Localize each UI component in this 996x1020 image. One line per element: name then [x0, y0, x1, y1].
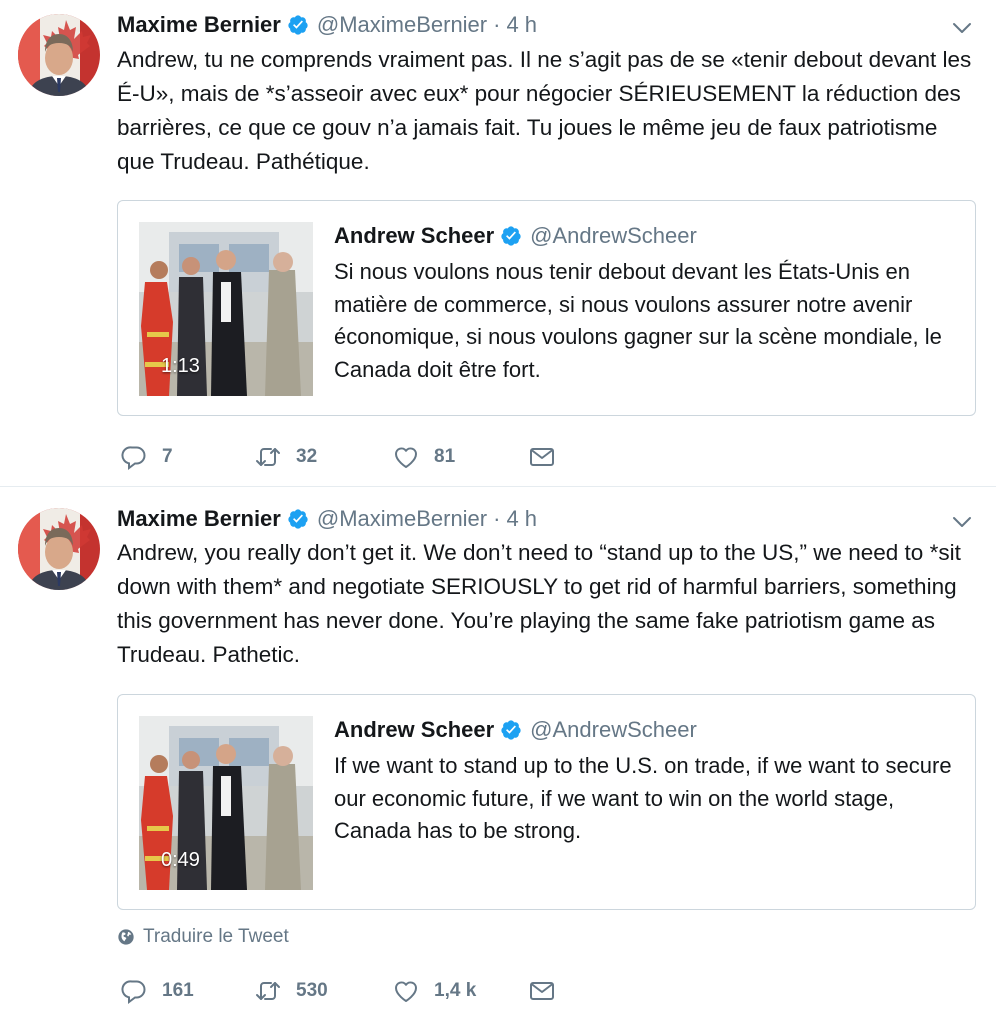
quoted-tweet[interactable]: 0:49 Andrew Scheer @AndrewScheer If we w… — [117, 694, 976, 910]
quoted-text: Si nous voulons nous tenir debout devant… — [334, 259, 942, 382]
quoted-header: Andrew Scheer @AndrewScheer — [334, 223, 697, 249]
video-duration: 1:13 — [161, 355, 200, 377]
video-thumbnail[interactable]: 1:13 — [139, 222, 313, 396]
direct-message-button[interactable] — [528, 974, 556, 1008]
tweet-text: Andrew, you really don’t get it. We don’… — [117, 540, 961, 667]
avatar[interactable] — [18, 14, 100, 96]
verified-badge-icon — [500, 719, 522, 741]
heart-icon — [392, 977, 420, 1005]
timestamp[interactable]: 4 h — [506, 12, 537, 38]
author-name[interactable]: Maxime Bernier — [117, 12, 281, 38]
timestamp[interactable]: 4 h — [506, 506, 537, 532]
quoted-author-name: Andrew Scheer — [334, 223, 495, 248]
direct-message-button[interactable] — [528, 440, 556, 474]
tweet-actions: 161 530 1,4 k — [120, 974, 560, 1008]
heart-icon — [392, 443, 420, 471]
separator-dot: · — [493, 12, 501, 37]
quoted-tweet[interactable]: 1:13 Andrew Scheer @AndrewScheer Si nous… — [117, 200, 976, 416]
translate-tweet-link[interactable]: Traduire le Tweet — [117, 926, 289, 948]
retweet-icon — [254, 977, 282, 1005]
quoted-header: Andrew Scheer @AndrewScheer — [334, 717, 697, 743]
tweet-header: Maxime Bernier @MaximeBernier · 4 h — [117, 10, 537, 40]
like-button[interactable]: 81 — [392, 440, 455, 474]
video-thumbnail[interactable]: 0:49 — [139, 716, 313, 890]
author-name[interactable]: Maxime Bernier — [117, 506, 281, 532]
tweet[interactable]: Maxime Bernier @MaximeBernier · 4 h Andr… — [0, 0, 996, 487]
author-handle[interactable]: @MaximeBernier — [317, 12, 487, 38]
chevron-down-icon[interactable] — [950, 16, 974, 40]
tweet[interactable]: Maxime Bernier @MaximeBernier · 4 h Andr… — [0, 488, 996, 1020]
reply-count: 7 — [162, 446, 173, 467]
quoted-author-handle: @AndrewScheer — [530, 223, 697, 248]
reply-button[interactable]: 161 — [120, 974, 194, 1008]
like-count: 1,4 k — [434, 980, 477, 1001]
video-duration: 0:49 — [161, 849, 200, 871]
verified-badge-icon — [500, 225, 522, 247]
reply-button[interactable]: 7 — [120, 440, 173, 474]
envelope-icon — [528, 443, 556, 471]
retweet-count: 32 — [296, 446, 318, 467]
avatar[interactable] — [18, 508, 100, 590]
quoted-author-name: Andrew Scheer — [334, 717, 495, 742]
envelope-icon — [528, 977, 556, 1005]
like-button[interactable]: 1,4 k — [392, 974, 476, 1008]
translate-label: Traduire le Tweet — [143, 926, 289, 947]
profile-photo — [18, 14, 100, 96]
verified-badge-icon — [287, 14, 309, 36]
retweet-button[interactable]: 530 — [254, 974, 328, 1008]
retweet-button[interactable]: 32 — [254, 440, 317, 474]
tweet-actions: 7 32 81 — [120, 440, 560, 474]
verified-badge-icon — [287, 508, 309, 530]
profile-photo — [18, 508, 100, 590]
chevron-down-icon[interactable] — [950, 510, 974, 534]
tweet-header: Maxime Bernier @MaximeBernier · 4 h — [117, 504, 537, 534]
retweet-icon — [254, 443, 282, 471]
like-count: 81 — [434, 446, 456, 467]
tweet-text: Andrew, tu ne comprends vraiment pas. Il… — [117, 47, 972, 174]
author-handle[interactable]: @MaximeBernier — [317, 506, 487, 532]
reply-count: 161 — [162, 980, 194, 1001]
reply-icon — [120, 977, 148, 1005]
separator-dot: · — [493, 506, 501, 531]
reply-icon — [120, 443, 148, 471]
globe-icon — [117, 928, 135, 946]
retweet-count: 530 — [296, 980, 328, 1001]
quoted-author-handle: @AndrewScheer — [530, 717, 697, 742]
quoted-text: If we want to stand up to the U.S. on tr… — [334, 753, 952, 843]
